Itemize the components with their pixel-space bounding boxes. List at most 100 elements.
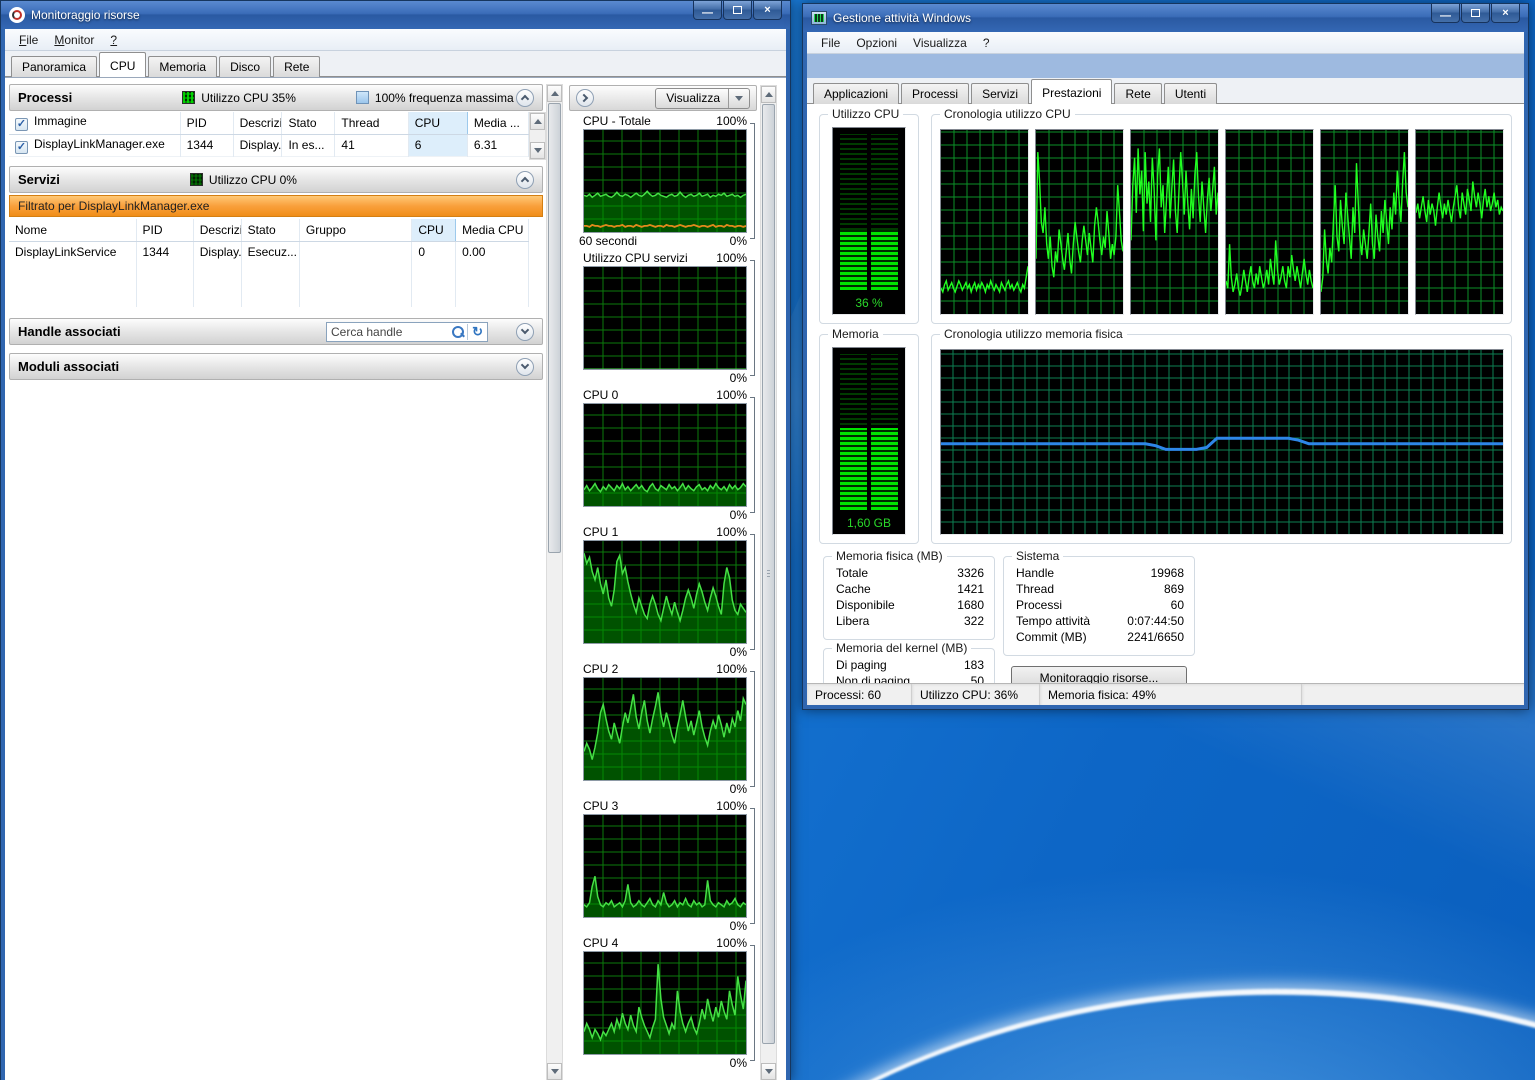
services-header-row[interactable]: Nome PID Descrizi... Stato Gruppo CPU Me… xyxy=(9,219,529,241)
scroll-down-icon[interactable] xyxy=(761,1063,776,1080)
close-button[interactable]: × xyxy=(753,1,782,20)
tab-rete[interactable]: Rete xyxy=(1114,83,1161,104)
chart-min-label: 0% xyxy=(730,371,747,384)
cpu3-chart xyxy=(584,815,746,917)
resmon-tabstrip: Panoramica CPU Memoria Disco Rete xyxy=(5,51,786,77)
chart-min-label: 0% xyxy=(730,645,747,658)
chart-label: CPU 1 xyxy=(583,525,618,539)
graph-panel: Visualizza CPU - Totale 100% 60 secondi … xyxy=(569,85,757,1080)
stat-row: Disponibile1680 xyxy=(824,597,994,613)
scrollbar-thumb[interactable] xyxy=(762,104,775,1044)
processes-header-row[interactable]: ✓Immagine PID Descrizi... Stato Thread C… xyxy=(9,112,529,134)
maximize-button[interactable] xyxy=(1461,4,1490,23)
process-row[interactable]: ✓DisplayLinkManager.exe 1344 Display... … xyxy=(9,134,529,156)
chart-max-label: 100% xyxy=(716,799,747,813)
taskmgr-app-icon xyxy=(811,11,827,25)
cpu2-chart xyxy=(584,678,746,780)
menu-help[interactable]: ? xyxy=(102,31,125,49)
scrollbar-thumb[interactable] xyxy=(548,103,561,553)
processes-section-header[interactable]: Processi Utilizzo CPU 35% 100% frequenza… xyxy=(9,84,543,111)
menu-help[interactable]: ? xyxy=(975,34,998,52)
cpu-led-icon xyxy=(182,91,195,104)
chart-block-cpu3: CPU 3 100% 0% xyxy=(569,796,757,933)
filter-bar[interactable]: Filtrato per DisplayLinkManager.exe xyxy=(9,195,543,217)
taskmgr-titlebar[interactable]: Gestione attività Windows — × xyxy=(803,4,1528,32)
memory-history-title: Cronologia utilizzo memoria fisica xyxy=(940,327,1127,341)
maximize-button[interactable] xyxy=(723,1,752,20)
stat-row: Handle19968 xyxy=(1004,565,1194,581)
tab-panoramica[interactable]: Panoramica xyxy=(11,56,97,77)
tab-cpu[interactable]: CPU xyxy=(99,52,146,77)
view-dropdown-button[interactable]: Visualizza xyxy=(655,88,750,109)
scroll-down-icon[interactable] xyxy=(547,1063,562,1080)
minimize-button[interactable]: — xyxy=(693,1,722,20)
status-empty xyxy=(1302,684,1524,705)
graph-panel-scrollbar[interactable] xyxy=(760,85,777,1080)
memory-history-chart xyxy=(940,349,1504,535)
status-processes: Processi: 60 xyxy=(807,684,912,705)
handles-title: Handle associati xyxy=(18,324,121,339)
dropdown-section[interactable] xyxy=(728,89,749,108)
cpu-history-group: Cronologia utilizzo CPU xyxy=(931,114,1512,324)
cpu-core5-history-chart xyxy=(1320,129,1409,315)
resmon-titlebar[interactable]: Monitoraggio risorse — × xyxy=(1,1,790,29)
taskmgr-statusbar: Processi: 60 Utilizzo CPU: 36% Memoria f… xyxy=(807,683,1524,705)
stat-row: Thread869 xyxy=(1004,581,1194,597)
scroll-down-icon[interactable] xyxy=(530,142,545,159)
menu-file[interactable]: File xyxy=(11,31,46,49)
tab-applicazioni[interactable]: Applicazioni xyxy=(813,83,899,104)
cpu-gauge-group: Utilizzo CPU 36 % xyxy=(819,114,919,324)
chart-block-cpu4: CPU 4 100% 0% xyxy=(569,933,757,1070)
select-all-checkbox[interactable]: ✓ xyxy=(15,118,28,131)
stat-row: Libera322 xyxy=(824,613,994,629)
menu-opzioni[interactable]: Opzioni xyxy=(848,34,905,52)
menu-file[interactable]: File xyxy=(813,34,848,52)
chevron-down-icon xyxy=(735,96,743,101)
collapse-panel-button[interactable] xyxy=(576,89,594,107)
tab-processi[interactable]: Processi xyxy=(901,83,969,104)
memory-gauge: 1,60 GB xyxy=(832,347,906,535)
modules-title: Moduli associati xyxy=(18,359,119,374)
close-button[interactable]: × xyxy=(1491,4,1520,23)
minimize-button[interactable]: — xyxy=(1431,4,1460,23)
menu-monitor[interactable]: Monitor xyxy=(46,31,102,49)
tab-rete[interactable]: Rete xyxy=(273,56,320,77)
status-memory: Memoria fisica: 49% xyxy=(1040,684,1302,705)
tab-servizi[interactable]: Servizi xyxy=(971,83,1029,104)
refresh-icon[interactable]: ↻ xyxy=(467,324,483,340)
modules-expand-button[interactable] xyxy=(516,358,534,376)
modules-section-header[interactable]: Moduli associati xyxy=(9,353,543,380)
tab-memoria[interactable]: Memoria xyxy=(148,56,217,77)
processes-freq-label: 100% frequenza massima xyxy=(375,91,514,105)
service-row[interactable]: DisplayLinkService 1344 Display... Esecu… xyxy=(9,241,529,263)
memory-gauge-title: Memoria xyxy=(828,327,883,341)
services-section-header[interactable]: Servizi Utilizzo CPU 0% xyxy=(9,166,543,193)
performance-tab-content: Utilizzo CPU 36 % Cronologia utilizzo CP… xyxy=(807,104,1524,683)
memory-history-group: Cronologia utilizzo memoria fisica xyxy=(931,334,1512,544)
chart-block-cpu1: CPU 1 100% 0% xyxy=(569,522,757,659)
status-cpu: Utilizzo CPU: 36% xyxy=(912,684,1040,705)
tab-prestazioni[interactable]: Prestazioni xyxy=(1031,79,1112,104)
chart-block-cpu2: CPU 2 100% 0% xyxy=(569,659,757,796)
services-collapse-button[interactable] xyxy=(516,171,534,189)
scroll-up-icon[interactable] xyxy=(761,86,776,103)
chart-min-label: 0% xyxy=(730,508,747,521)
services-cpu-led-icon xyxy=(190,173,203,186)
left-pane-scrollbar[interactable] xyxy=(546,84,563,1080)
processes-collapse-button[interactable] xyxy=(516,89,534,107)
menu-visualizza[interactable]: Visualizza xyxy=(905,34,975,52)
handles-expand-button[interactable] xyxy=(516,323,534,341)
chart-max-label: 100% xyxy=(716,525,747,539)
frequency-icon xyxy=(356,91,369,104)
processes-table-scrollbar[interactable] xyxy=(529,112,546,160)
process-checkbox[interactable]: ✓ xyxy=(15,141,28,154)
handle-search-input[interactable]: Cerca handle ↻ xyxy=(326,322,488,342)
handles-section-header[interactable]: Handle associati Cerca handle ↻ xyxy=(9,318,543,345)
taskmgr-menubar: File Opzioni Visualizza ? xyxy=(807,32,1524,54)
chart-block-services: Utilizzo CPU servizi 100% 0% xyxy=(569,248,757,385)
search-icon[interactable] xyxy=(451,325,465,339)
scroll-up-icon[interactable] xyxy=(530,113,545,130)
scroll-up-icon[interactable] xyxy=(547,85,562,102)
tab-disco[interactable]: Disco xyxy=(219,56,271,77)
tab-utenti[interactable]: Utenti xyxy=(1164,83,1217,104)
